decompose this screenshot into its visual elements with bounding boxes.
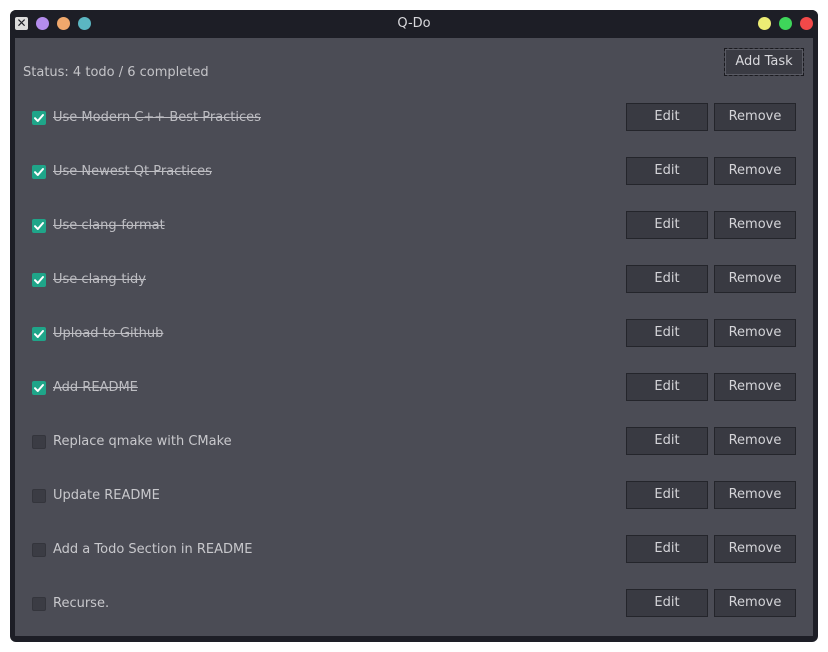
edit-button[interactable]: Edit	[626, 589, 708, 617]
task-label: Add a Todo Section in README	[53, 542, 253, 557]
checkbox-checked[interactable]	[32, 381, 46, 395]
remove-button[interactable]: Remove	[714, 373, 796, 401]
remove-button[interactable]: Remove	[714, 265, 796, 293]
minimize-button[interactable]	[758, 17, 771, 30]
task-row: Use clang-format Edit Remove	[15, 211, 813, 241]
maximize-button[interactable]	[779, 17, 792, 30]
check-icon	[34, 330, 44, 338]
task-label: Recurse.	[53, 596, 110, 611]
task-label: Use Modern C++ Best Practices	[53, 110, 261, 125]
checkbox-unchecked[interactable]	[32, 435, 46, 449]
check-icon	[34, 114, 44, 122]
checkbox-checked[interactable]	[32, 165, 46, 179]
status-text: Status: 4 todo / 6 completed	[23, 65, 209, 80]
task-label: Replace qmake with CMake	[53, 434, 232, 449]
task-label: Use clang-format	[53, 218, 165, 233]
checkbox-checked[interactable]	[32, 273, 46, 287]
remove-button[interactable]: Remove	[714, 589, 796, 617]
remove-button[interactable]: Remove	[714, 103, 796, 131]
close-button[interactable]	[800, 17, 813, 30]
check-icon	[34, 222, 44, 230]
app-window: ✕ Q-Do Status: 4 todo / 6 completed Add …	[10, 10, 818, 642]
edit-button[interactable]: Edit	[626, 427, 708, 455]
check-icon	[34, 384, 44, 392]
edit-button[interactable]: Edit	[626, 481, 708, 509]
edit-button[interactable]: Edit	[626, 157, 708, 185]
task-row: Replace qmake with CMake Edit Remove	[15, 427, 813, 457]
checkbox-checked[interactable]	[32, 219, 46, 233]
remove-button[interactable]: Remove	[714, 211, 796, 239]
edit-button[interactable]: Edit	[626, 265, 708, 293]
check-icon	[34, 276, 44, 284]
checkbox-checked[interactable]	[32, 327, 46, 341]
edit-button[interactable]: Edit	[626, 319, 708, 347]
task-label: Add README	[53, 380, 138, 395]
checkbox-unchecked[interactable]	[32, 543, 46, 557]
task-row: Add README Edit Remove	[15, 373, 813, 403]
task-row: Add a Todo Section in README Edit Remove	[15, 535, 813, 565]
edit-button[interactable]: Edit	[626, 535, 708, 563]
task-label: Upload to Github	[53, 326, 164, 341]
edit-button[interactable]: Edit	[626, 211, 708, 239]
remove-button[interactable]: Remove	[714, 535, 796, 563]
check-icon	[34, 168, 44, 176]
task-row: Use clang-tidy Edit Remove	[15, 265, 813, 295]
task-row: Use Newest Qt Practices Edit Remove	[15, 157, 813, 187]
checkbox-unchecked[interactable]	[32, 489, 46, 503]
checkbox-unchecked[interactable]	[32, 597, 46, 611]
title-bar[interactable]: ✕ Q-Do	[10, 10, 818, 38]
task-row: Update README Edit Remove	[15, 481, 813, 511]
remove-button[interactable]: Remove	[714, 319, 796, 347]
task-label: Use Newest Qt Practices	[53, 164, 212, 179]
task-label: Use clang-tidy	[53, 272, 146, 287]
checkbox-checked[interactable]	[32, 111, 46, 125]
remove-button[interactable]: Remove	[714, 427, 796, 455]
remove-button[interactable]: Remove	[714, 481, 796, 509]
main-panel: Status: 4 todo / 6 completed Add Task Us…	[15, 38, 813, 636]
task-row: Use Modern C++ Best Practices Edit Remove	[15, 103, 813, 133]
task-row: Recurse. Edit Remove	[15, 589, 813, 619]
task-label: Update README	[53, 488, 160, 503]
task-row: Upload to Github Edit Remove	[15, 319, 813, 349]
edit-button[interactable]: Edit	[626, 373, 708, 401]
remove-button[interactable]: Remove	[714, 157, 796, 185]
edit-button[interactable]: Edit	[626, 103, 708, 131]
add-task-button[interactable]: Add Task	[724, 48, 804, 76]
window-title: Q-Do	[397, 16, 431, 31]
